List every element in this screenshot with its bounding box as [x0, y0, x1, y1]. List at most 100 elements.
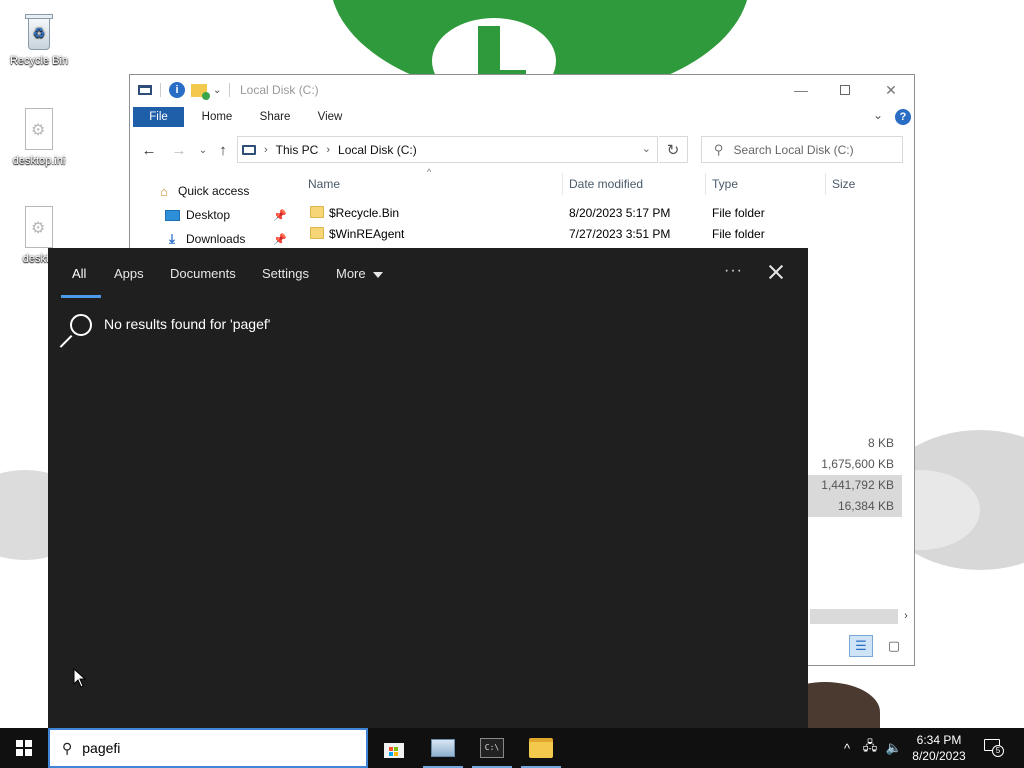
large-icons-view-button[interactable]: ▢ — [882, 635, 906, 657]
up-button[interactable]: ↑ — [212, 139, 234, 161]
title-bar[interactable]: i ⌄ Local Disk (C:) — ✕ — [130, 75, 914, 105]
close-icon: ✕ — [885, 81, 897, 98]
details-view-button[interactable]: ☰ — [849, 635, 873, 657]
file-size-selected[interactable]: 1,441,792 KB — [806, 475, 902, 496]
column-header-size[interactable]: Size — [832, 173, 855, 195]
mouse-pointer-icon — [73, 668, 87, 688]
tab-share[interactable]: Share — [250, 107, 300, 127]
file-size-selected[interactable]: 16,384 KB — [806, 496, 902, 517]
pin-icon[interactable]: 📌 — [273, 233, 287, 246]
nav-downloads[interactable]: ⤓ Downloads 📌 — [164, 228, 314, 250]
search-tab-all[interactable]: All — [72, 265, 86, 283]
column-divider[interactable] — [825, 173, 826, 195]
taskbar-app-store[interactable] — [370, 728, 418, 768]
tab-home[interactable]: Home — [192, 107, 242, 127]
close-window-button[interactable]: ✕ — [868, 75, 914, 105]
refresh-icon: ↻ — [666, 141, 680, 159]
breadcrumb-this-pc[interactable]: This PC — [276, 143, 319, 157]
arrow-right-icon: → — [171, 141, 187, 159]
column-header-name[interactable]: Name — [308, 173, 340, 195]
taskbar-app-file-explorer[interactable] — [517, 728, 565, 768]
desktop-icon-recycle-bin[interactable]: ♻ Recycle Bin — [1, 12, 77, 67]
taskbar-app-command-prompt[interactable]: C:\ — [468, 728, 516, 768]
action-center-button[interactable]: 5 — [982, 737, 1004, 757]
taskbar-search-input[interactable] — [82, 740, 343, 756]
properties-icon[interactable]: i — [169, 82, 185, 98]
desktop-icon-desktop-ini[interactable]: ⚙ desktop.ini — [1, 108, 77, 167]
address-bar[interactable]: › This PC › Local Disk (C:) ⌄ — [237, 136, 658, 163]
tab-view[interactable]: View — [306, 107, 354, 127]
download-arrow-icon: ⤓ — [169, 231, 175, 246]
large-icons-view-icon: ▢ — [887, 638, 901, 653]
tab-file[interactable]: File — [133, 107, 184, 127]
breadcrumb-separator-icon[interactable]: › — [326, 144, 330, 156]
search-flyout: All Apps Documents Settings More ··· No … — [48, 248, 808, 728]
notification-count-badge: 5 — [992, 745, 1004, 757]
taskbar-search-box[interactable]: ⚲ — [48, 728, 368, 768]
file-name: $Recycle.Bin — [329, 206, 400, 220]
file-date: 8/20/2023 5:17 PM — [569, 206, 671, 220]
search-tab-documents[interactable]: Documents — [170, 265, 236, 283]
table-row[interactable]: $WinREAgent 7/27/2023 3:51 PM File folde… — [306, 224, 906, 245]
start-button[interactable] — [0, 728, 48, 768]
folder-icon — [310, 206, 324, 218]
back-button[interactable]: ← — [138, 139, 160, 161]
navigation-bar: ← → ⌄ ↑ › This PC › Local Disk (C:) ⌄ ↻ … — [130, 135, 914, 165]
sort-ascending-icon: ^ — [427, 167, 432, 177]
no-results-message: No results found for 'pagef' — [104, 316, 271, 332]
column-divider[interactable] — [705, 173, 706, 195]
maximize-button[interactable] — [822, 75, 868, 105]
new-folder-icon[interactable] — [191, 83, 210, 100]
help-icon[interactable]: ? — [895, 109, 911, 125]
recent-locations-button[interactable]: ⌄ — [192, 139, 214, 161]
scroll-right-icon[interactable]: › — [899, 609, 913, 624]
maximize-icon — [840, 85, 850, 95]
customize-toolbar-chevron-icon[interactable]: ⌄ — [213, 85, 221, 96]
settings-file-icon: ⚙ — [22, 108, 56, 152]
minimize-button[interactable]: — — [778, 75, 824, 105]
horizontal-scrollbar[interactable] — [810, 609, 898, 624]
search-tab-settings[interactable]: Settings — [262, 265, 309, 283]
breadcrumb-separator-icon[interactable]: › — [264, 144, 268, 156]
explorer-search-box[interactable]: ⚲ — [701, 136, 903, 163]
nav-label: Downloads — [186, 232, 246, 246]
breadcrumb-local-disk[interactable]: Local Disk (C:) — [338, 143, 417, 157]
column-divider[interactable] — [562, 173, 563, 195]
quick-access-toolbar: i ⌄ — [138, 81, 238, 100]
network-icon[interactable]: 🖧 — [860, 728, 880, 768]
recycle-bin-icon: ♻ — [22, 12, 56, 52]
nav-label: Desktop — [186, 208, 231, 222]
close-search-icon[interactable] — [766, 262, 786, 282]
store-icon — [383, 738, 405, 758]
show-hidden-icons-chevron-icon[interactable]: ^ — [838, 728, 856, 768]
file-name: $WinREAgent — [329, 227, 405, 241]
address-dropdown-icon[interactable]: ⌄ — [642, 142, 651, 155]
nav-quick-access[interactable]: ⌂ Quick access — [156, 180, 249, 202]
volume-icon[interactable]: 🔈 — [884, 728, 904, 768]
file-size[interactable]: 8 KB — [806, 433, 902, 454]
search-tab-apps[interactable]: Apps — [114, 265, 144, 283]
ribbon-tabs: File Home Share View ⌄ ? — [130, 107, 914, 129]
taskbar-app-control-panel[interactable] — [419, 728, 467, 768]
pin-icon[interactable]: 📌 — [273, 209, 287, 222]
search-icon — [59, 314, 94, 348]
file-size[interactable]: 1,675,600 KB — [806, 454, 902, 475]
taskbar-clock[interactable]: 6:34 PM 8/20/2023 — [904, 732, 974, 764]
refresh-button[interactable]: ↻ — [659, 136, 688, 163]
active-tab-indicator — [61, 295, 101, 298]
column-header-date-modified[interactable]: Date modified — [569, 173, 643, 195]
column-header-type[interactable]: Type — [712, 173, 738, 195]
windows-logo-icon — [16, 740, 32, 756]
explorer-search-input[interactable] — [733, 142, 894, 157]
table-row[interactable]: $Recycle.Bin 8/20/2023 5:17 PM File fold… — [306, 203, 906, 224]
file-type: File folder — [712, 206, 765, 220]
nav-desktop[interactable]: Desktop 📌 — [164, 204, 314, 226]
arrow-left-icon: ← — [141, 141, 157, 159]
more-options-icon[interactable]: ··· — [724, 262, 743, 280]
file-type: File folder — [712, 227, 765, 241]
forward-button[interactable]: → — [168, 139, 190, 161]
details-view-icon: ☰ — [855, 638, 867, 653]
expand-ribbon-chevron-icon[interactable]: ⌄ — [873, 108, 883, 122]
search-tab-more[interactable]: More — [336, 265, 383, 283]
settings-file-icon: ⚙ — [22, 206, 56, 250]
